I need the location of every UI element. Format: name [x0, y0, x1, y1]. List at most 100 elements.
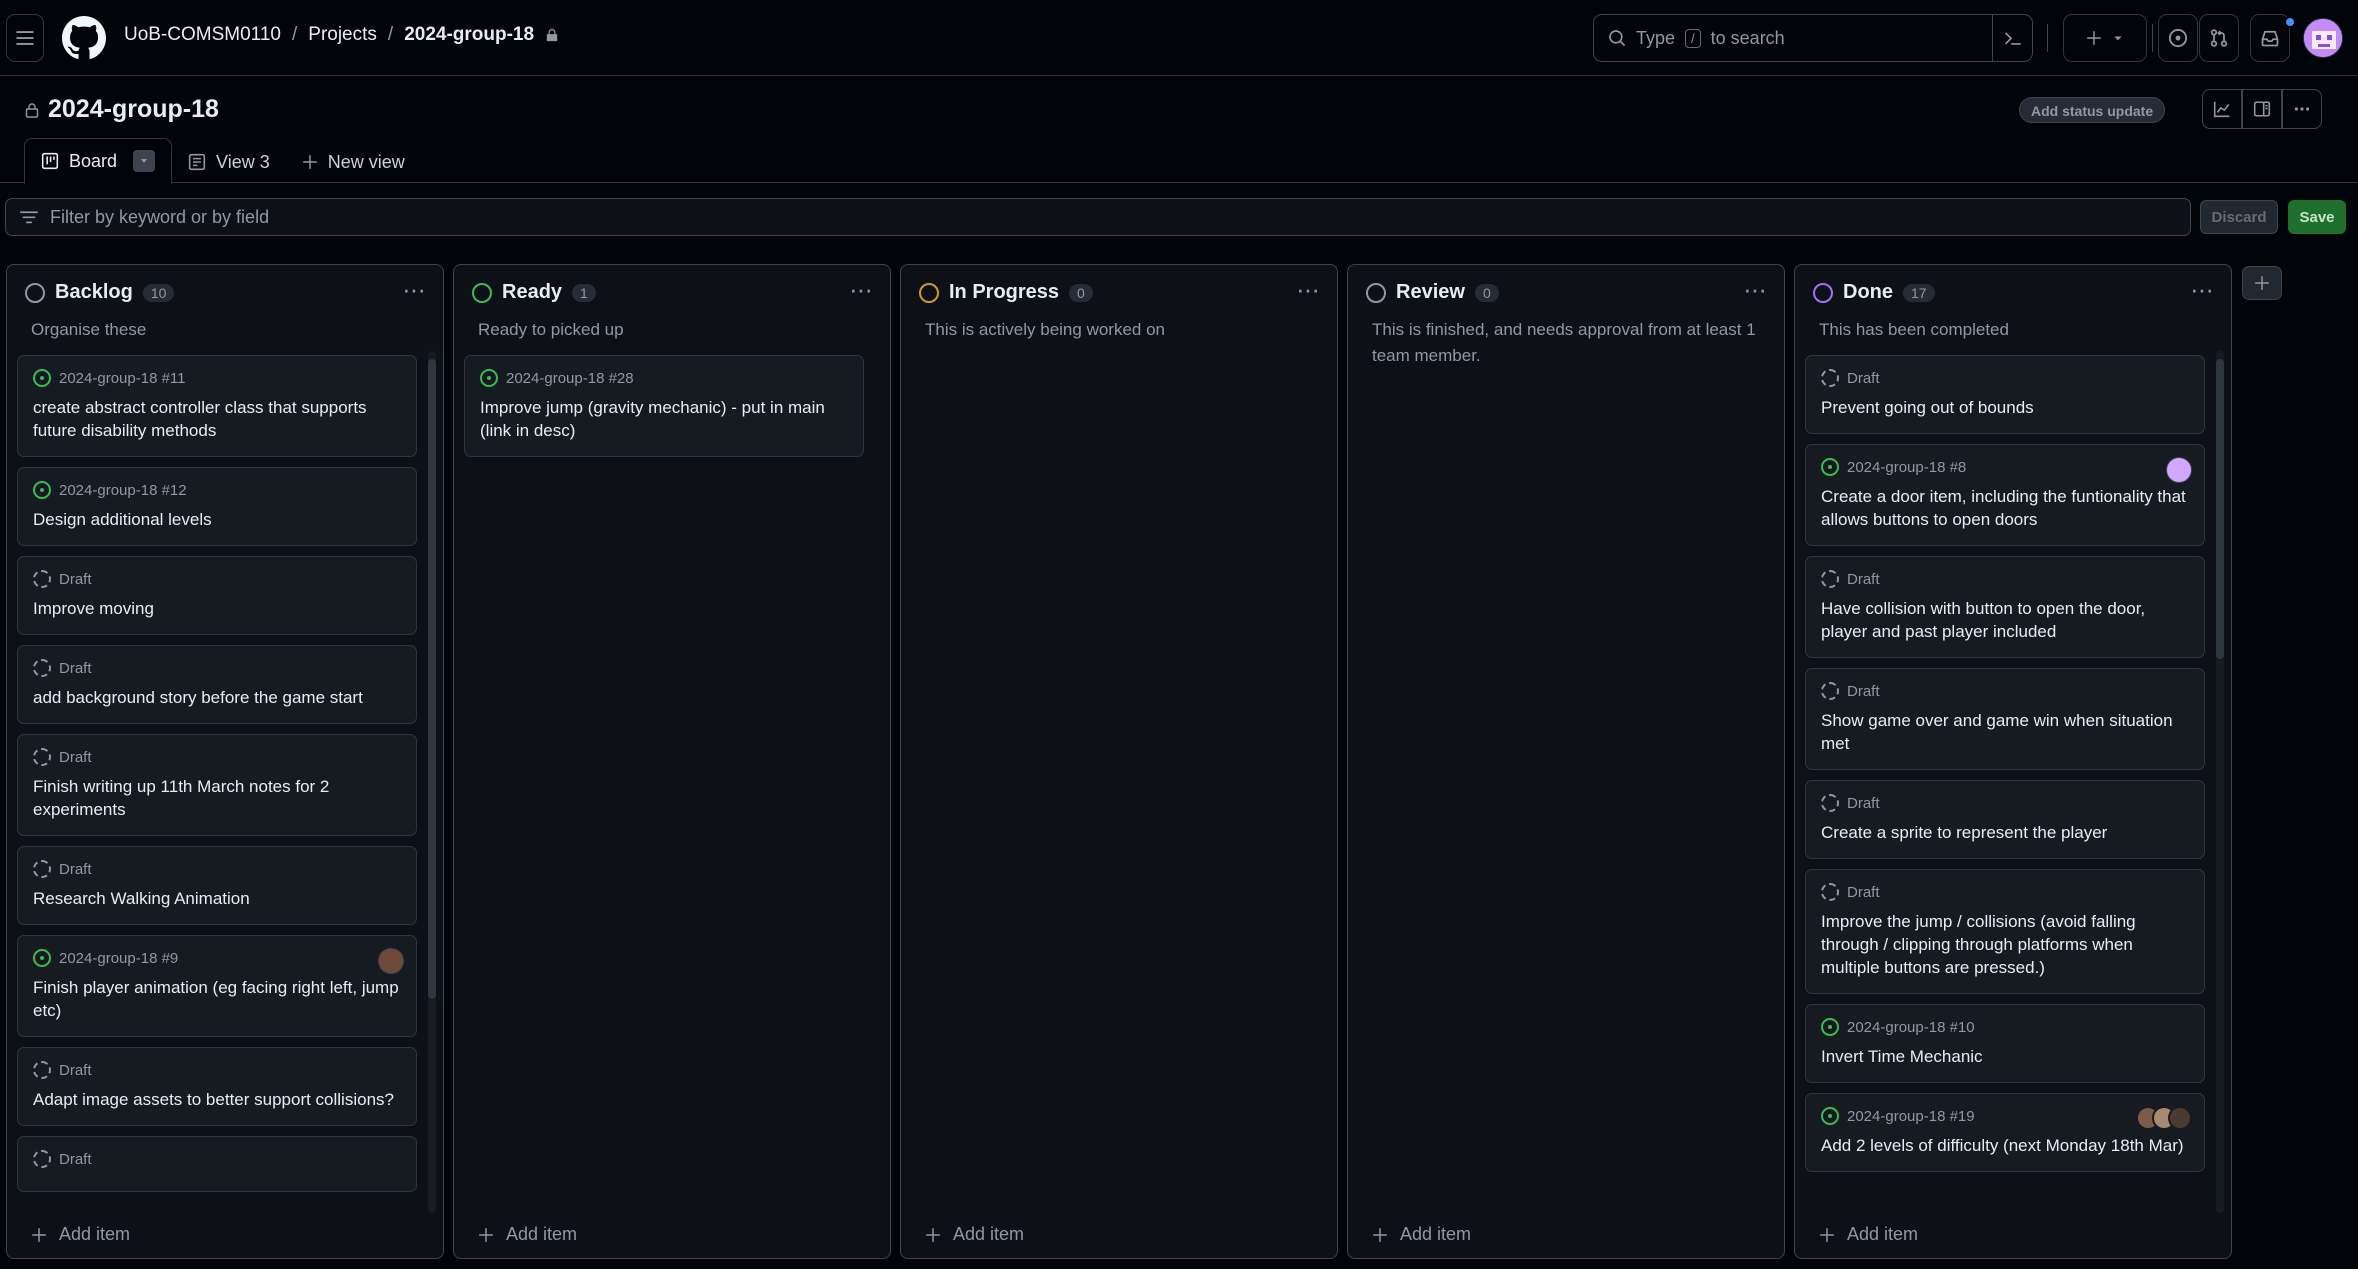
lock-icon: [25, 102, 39, 118]
issue-opened-icon: [2168, 28, 2188, 48]
pull-requests-button[interactable]: [2199, 14, 2239, 62]
create-new-button[interactable]: [2063, 14, 2147, 62]
column-scrollbar[interactable]: [428, 351, 436, 1213]
board-card[interactable]: 2024-group-18 #28 Improve jump (gravity m…: [464, 355, 864, 457]
card-title[interactable]: Improve the jump / collisions (avoid fal…: [1821, 910, 2189, 979]
assignee-avatar[interactable]: [2166, 457, 2192, 483]
github-logo-icon[interactable]: [62, 16, 106, 60]
board-card[interactable]: 2024-group-18 #9 Finish player animation …: [17, 935, 417, 1037]
scrollbar-thumb[interactable]: [428, 359, 436, 999]
card-title[interactable]: Finish player animation (eg facing right…: [33, 976, 401, 1022]
board-card[interactable]: Draft Improve moving: [17, 556, 417, 635]
issues-button[interactable]: [2158, 14, 2198, 62]
board-card[interactable]: 2024-group-18 #12 Design additional level…: [17, 467, 417, 546]
add-column-button[interactable]: [2242, 266, 2282, 300]
card-reference: Draft: [59, 1061, 92, 1079]
board-card[interactable]: Draft: [17, 1136, 417, 1192]
card-title[interactable]: Create a sprite to represent the player: [1821, 821, 2189, 844]
card-reference[interactable]: 2024-group-18 #12: [59, 482, 187, 499]
column-scrollbar[interactable]: [2216, 351, 2224, 1213]
new-view-button[interactable]: New view: [286, 140, 421, 184]
draft-issue-icon: [33, 748, 51, 766]
column-menu-button[interactable]: ···: [2190, 276, 2214, 302]
filter-input[interactable]: Filter by keyword or by field: [5, 198, 2191, 236]
board-card[interactable]: Draft Finish writing up 11th March notes …: [17, 734, 417, 836]
card-reference[interactable]: 2024-group-18 #10: [1847, 1019, 1975, 1036]
card-title[interactable]: Research Walking Animation: [33, 887, 401, 910]
column-title: Review: [1396, 281, 1465, 303]
column-menu-button[interactable]: ···: [1743, 276, 1767, 302]
status-circle-icon: [1813, 282, 1833, 303]
issue-opened-icon: [1821, 1018, 1839, 1036]
side-panel-button[interactable]: [2242, 89, 2282, 129]
add-item-button[interactable]: Add item: [901, 1210, 1337, 1258]
add-item-button[interactable]: Add item: [1795, 1210, 2231, 1258]
card-reference[interactable]: 2024-group-18 #8: [1847, 459, 1966, 476]
column-menu-button[interactable]: ···: [402, 276, 426, 302]
insights-button[interactable]: [2202, 89, 2242, 129]
board-card[interactable]: Draft add background story before the gam…: [17, 645, 417, 724]
card-reference[interactable]: 2024-group-18 #9: [59, 950, 178, 967]
add-item-button[interactable]: Add item: [1348, 1210, 1784, 1258]
board-card[interactable]: Draft Have collision with button to open …: [1805, 556, 2205, 658]
command-palette-button[interactable]: [1992, 15, 2032, 61]
card-title[interactable]: Show game over and game win when situati…: [1821, 709, 2189, 755]
board-card[interactable]: Draft Prevent going out of bounds: [1805, 355, 2205, 434]
breadcrumb-org[interactable]: UoB-COMSM0110: [124, 24, 281, 46]
column-menu-button[interactable]: ···: [1296, 276, 1320, 302]
draft-issue-icon: [33, 860, 51, 878]
add-item-button[interactable]: Add item: [454, 1210, 890, 1258]
board-card[interactable]: 2024-group-18 #10 Invert Time Mechanic: [1805, 1004, 2205, 1083]
column-description: This has been completed: [1819, 320, 2009, 339]
board-card[interactable]: Draft Show game over and game win when si…: [1805, 668, 2205, 770]
column-menu-button[interactable]: ···: [849, 276, 873, 302]
view-options-button[interactable]: [133, 150, 156, 172]
tab-board[interactable]: Board: [24, 138, 173, 184]
card-title[interactable]: Adapt image assets to better support col…: [33, 1088, 401, 1111]
save-button[interactable]: Save: [2288, 200, 2346, 234]
board-card[interactable]: Draft Create a sprite to represent the pl…: [1805, 780, 2205, 859]
card-meta: Draft: [33, 747, 401, 767]
board-card[interactable]: Draft Research Walking Animation: [17, 846, 417, 925]
search-input[interactable]: Type / to search: [1593, 14, 2033, 62]
card-title[interactable]: Invert Time Mechanic: [1821, 1045, 2189, 1068]
scrollbar-thumb[interactable]: [2216, 359, 2224, 659]
menu-button[interactable]: [6, 14, 44, 62]
card-title[interactable]: create abstract controller class that su…: [33, 396, 401, 442]
assignee-avatar[interactable]: [378, 948, 404, 974]
add-item-button[interactable]: Add item: [7, 1210, 443, 1258]
card-reference[interactable]: 2024-group-18 #19: [1847, 1108, 1975, 1125]
tab-board-label: Board: [69, 150, 118, 171]
card-reference[interactable]: 2024-group-18 #28: [506, 370, 634, 387]
board-card[interactable]: 2024-group-18 #19 Add 2 levels of difficu…: [1805, 1093, 2205, 1172]
card-title[interactable]: Design additional levels: [33, 508, 401, 531]
card-title[interactable]: Prevent going out of bounds: [1821, 396, 2189, 419]
card-title[interactable]: Improve moving: [33, 597, 401, 620]
board-card[interactable]: Draft Adapt image assets to better suppor…: [17, 1047, 417, 1126]
kebab-horizontal-icon: [2294, 107, 2310, 111]
status-circle-icon: [472, 282, 492, 303]
card-title[interactable]: Finish writing up 11th March notes for 2…: [33, 775, 401, 821]
card-title[interactable]: add background story before the game sta…: [33, 686, 401, 709]
breadcrumb-project[interactable]: 2024-group-18: [404, 24, 534, 46]
board-card[interactable]: Draft Improve the jump / collisions (avoi…: [1805, 869, 2205, 994]
column-done: Done 17 ··· This has been completed Draft Pre…: [1794, 264, 2232, 1259]
card-title[interactable]: Have collision with button to open the d…: [1821, 597, 2189, 643]
more-options-button[interactable]: [2282, 89, 2322, 129]
breadcrumb-projects[interactable]: Projects: [308, 24, 377, 46]
card-title[interactable]: Improve jump (gravity mechanic) - put in…: [480, 396, 848, 442]
card-meta: Draft: [1821, 681, 2189, 701]
discard-button[interactable]: Discard: [2200, 200, 2278, 234]
user-avatar[interactable]: [2303, 18, 2343, 58]
board-card[interactable]: 2024-group-18 #8 Create a door item, incl…: [1805, 444, 2205, 546]
card-title[interactable]: Create a door item, including the funtio…: [1821, 485, 2189, 531]
card-title[interactable]: Add 2 levels of difficulty (next Monday …: [1821, 1134, 2189, 1157]
board-card[interactable]: 2024-group-18 #11 create abstract control…: [17, 355, 417, 457]
tab-view-3[interactable]: View 3: [172, 140, 286, 184]
column-title: Ready: [502, 281, 563, 303]
card-reference[interactable]: 2024-group-18 #11: [59, 370, 186, 387]
column-header: Review 0: [1366, 281, 1499, 304]
card-reference: Draft: [1847, 570, 1880, 588]
add-status-update-button[interactable]: Add status update: [2019, 97, 2166, 123]
assignee-avatars[interactable]: [2136, 1106, 2192, 1130]
